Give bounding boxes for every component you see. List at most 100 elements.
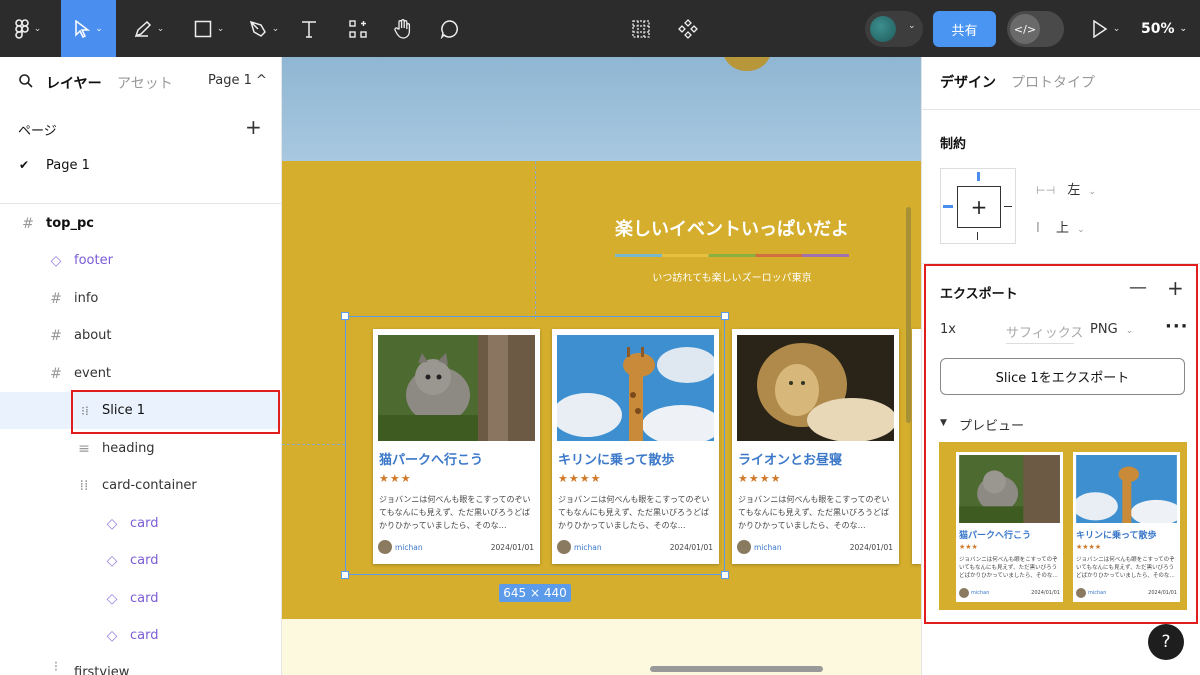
horizontal-scrollbar[interactable]	[650, 666, 823, 672]
chevron-down-icon: ⌄	[1088, 187, 1097, 197]
tab-design[interactable]: デザイン	[940, 72, 996, 92]
vertical-scrollbar[interactable]	[906, 207, 911, 423]
guide-line	[535, 161, 536, 319]
resources-button[interactable]	[345, 0, 371, 57]
event-subheading: いつ訪れても楽しいズーロッパ東京	[652, 273, 812, 284]
component-button[interactable]	[676, 0, 700, 57]
tab-assets[interactable]: アセット	[117, 73, 173, 93]
resize-handle[interactable]	[721, 571, 729, 579]
chevron-down-icon: ⌄	[1179, 23, 1188, 34]
canvas[interactable]: 楽しいイベントいっぱいだよ いつ訪れても楽しいズーロッパ東京 猫パークへ行こう …	[282, 57, 921, 675]
constraint-v-value: 上	[1055, 221, 1069, 236]
divider	[922, 109, 1200, 110]
layer-card[interactable]: ◇ card	[0, 505, 282, 542]
hand-icon	[394, 18, 411, 39]
layer-top-pc[interactable]: # top_pc	[0, 205, 282, 242]
layer-label: card	[130, 553, 159, 568]
dev-mode-toggle[interactable]: </>	[1007, 11, 1064, 47]
bottom-constraint-indicator[interactable]	[977, 232, 978, 240]
tab-prototype[interactable]: プロトタイプ	[1011, 72, 1095, 92]
layer-label: info	[74, 291, 99, 306]
page-item-page-1[interactable]: Page 1	[46, 158, 90, 173]
component-instance-icon: ◇	[50, 252, 62, 269]
vector-tool-button[interactable]: ⌄	[242, 0, 286, 57]
layer-event[interactable]: # event	[0, 355, 282, 392]
card-date: 2024/01/01	[849, 543, 893, 552]
shape-tool-button[interactable]: ⌄	[186, 0, 232, 57]
right-constraint-indicator[interactable]	[1004, 206, 1012, 207]
chevron-down-icon: ⌄	[908, 21, 916, 31]
layers-panel: レイヤー アセット Page 1 ^ ページ + ✔ Page 1 # top_…	[0, 57, 282, 675]
tab-layers[interactable]: レイヤー	[46, 73, 102, 93]
chevron-down-icon: ⌄	[95, 23, 103, 34]
zoom-menu[interactable]: 50% ⌄	[1141, 0, 1187, 57]
resize-handle[interactable]	[341, 571, 349, 579]
layer-card[interactable]: ◇ card	[0, 580, 282, 617]
vertical-constraint-icon: I	[1036, 221, 1040, 236]
multiplayer-avatar-menu[interactable]: ⌄	[865, 11, 923, 47]
comment-tool-button[interactable]	[437, 0, 463, 57]
toolbar: ⌄ ⌄ ⌄ ⌄ ⌄ ⌄ 共有 </> ⌄ 50% ⌄	[0, 0, 1200, 57]
component-instance-icon: ◇	[106, 627, 118, 644]
layer-label: heading	[102, 441, 155, 456]
slice-grid-icon	[632, 19, 650, 38]
auto-layout-icon: ⁞⁞	[79, 477, 89, 494]
top-constraint-indicator[interactable]	[977, 172, 980, 181]
layer-card[interactable]: ◇ card	[0, 542, 282, 579]
chevron-down-icon: ⌄	[1112, 23, 1121, 34]
frame-icon: #	[50, 327, 62, 344]
divider	[0, 203, 282, 204]
page-selector[interactable]: Page 1 ^	[208, 73, 267, 88]
layer-info[interactable]: # info	[0, 280, 282, 317]
resize-handle[interactable]	[341, 312, 349, 320]
components-grid-icon	[349, 19, 367, 38]
horizontal-constraint-select[interactable]: ⊢⊣ 左 ⌄	[1036, 179, 1096, 198]
sky-background	[282, 57, 921, 161]
lion-photo	[737, 335, 894, 441]
layer-firstview[interactable]: ⁝ firstview	[0, 655, 282, 675]
slice-tool-button[interactable]	[629, 0, 653, 57]
vertical-constraint-select[interactable]: I 上 ⌄	[1036, 217, 1085, 236]
heading-underline	[615, 254, 849, 257]
constraints-widget[interactable]: +	[940, 168, 1016, 244]
hand-tool-button[interactable]	[390, 0, 416, 57]
avatar	[870, 16, 896, 42]
layer-card[interactable]: ◇ card	[0, 617, 282, 654]
pen-tool-button[interactable]: ⌄	[126, 0, 172, 57]
layer-about[interactable]: # about	[0, 317, 282, 354]
layer-heading[interactable]: ≡ heading	[0, 430, 282, 467]
help-button[interactable]: ?	[1148, 624, 1184, 660]
search-icon[interactable]	[19, 74, 33, 88]
slice-selection[interactable]	[345, 316, 725, 575]
play-icon	[1092, 19, 1108, 38]
figma-logo-icon	[14, 18, 29, 39]
layer-label: about	[74, 328, 112, 343]
constraint-h-value: 左	[1067, 183, 1081, 198]
share-button[interactable]: 共有	[933, 11, 996, 47]
layer-label: firstview	[74, 665, 130, 675]
text-icon	[302, 20, 316, 38]
chevron-down-icon: ⌄	[1077, 225, 1085, 235]
left-constraint-indicator[interactable]	[943, 205, 953, 208]
event-heading: 楽しいイベントいっぱいだよ	[615, 219, 849, 240]
move-tool-button[interactable]: ⌄	[61, 0, 116, 57]
present-button[interactable]: ⌄	[1086, 0, 1126, 57]
text-align-icon: ≡	[78, 440, 90, 457]
dimension-badge: 645 × 440	[499, 584, 571, 602]
layer-label: top_pc	[46, 216, 94, 231]
layer-label: card	[130, 628, 159, 643]
layer-label: card-container	[102, 478, 197, 493]
layer-footer[interactable]: ◇ footer	[0, 242, 282, 279]
card[interactable]: ライオンとお昼寝 ★★★★ ジョバンニは何べんも眼をこすってのぞいてもなんにも見…	[732, 329, 899, 564]
frame-icon: #	[22, 215, 34, 232]
next-section-background	[282, 619, 921, 675]
main-menu-button[interactable]: ⌄	[8, 0, 48, 57]
card[interactable]	[912, 329, 921, 564]
properties-panel: デザイン プロトタイプ 制約 + ⊢⊣ 左 ⌄ I 上 ⌄ エクスポート — +…	[921, 57, 1200, 675]
layer-card-container[interactable]: ⁞⁞ card-container	[0, 467, 282, 504]
slice-icon: ⁝	[53, 659, 59, 675]
chevron-down-icon: ⌄	[271, 23, 280, 34]
add-page-button[interactable]: +	[245, 115, 262, 139]
resize-handle[interactable]	[721, 312, 729, 320]
text-tool-button[interactable]	[296, 0, 322, 57]
